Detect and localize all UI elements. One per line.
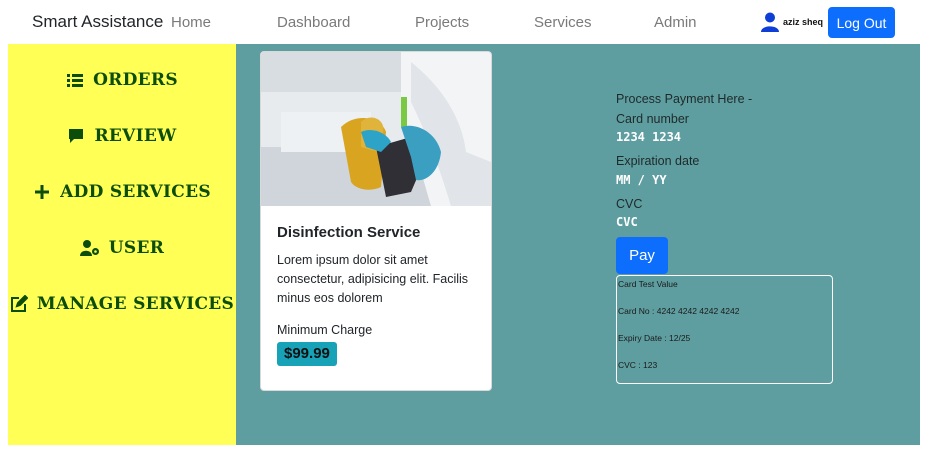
- nav-projects[interactable]: Projects: [415, 14, 469, 31]
- brand-name[interactable]: Smart Assistance: [32, 12, 163, 32]
- comment-icon: [69, 129, 84, 143]
- sidebar-item-manage-services[interactable]: MANAGE SERVICES: [8, 294, 236, 314]
- pay-button[interactable]: Pay: [616, 237, 668, 274]
- card-title: Disinfection Service: [277, 224, 421, 241]
- sidebar-item-label: REVIEW: [94, 126, 177, 146]
- plus-icon: [35, 185, 50, 199]
- sidebar-item-label: USER: [108, 238, 165, 258]
- cleaning-photo: [261, 52, 491, 206]
- logout-button[interactable]: Log Out: [828, 7, 895, 38]
- nav-services[interactable]: Services: [534, 14, 592, 31]
- test-expiry: Expiry Date : 12/25: [618, 333, 691, 343]
- card-test-values: Card Test Value Card No : 4242 4242 4242…: [616, 275, 833, 384]
- cvc-label: CVC: [616, 197, 643, 211]
- test-cvc: CVC : 123: [618, 360, 658, 370]
- expiry-input[interactable]: [616, 172, 816, 188]
- minimum-charge-label: Minimum Charge: [277, 323, 373, 337]
- user-name: aziz sheq: [783, 17, 824, 27]
- sidebar-item-label: MANAGE SERVICES: [36, 294, 235, 314]
- nav-dashboard[interactable]: Dashboard: [277, 14, 350, 31]
- sidebar: ORDERS REVIEW ADD SERVICES USER MANAGE S…: [8, 44, 236, 445]
- service-card: Disinfection Service Lorem ipsum dolor s…: [260, 51, 492, 391]
- nav-home[interactable]: Home: [171, 14, 211, 31]
- card-number-input[interactable]: [616, 129, 816, 145]
- payment-title: Process Payment Here -: [616, 92, 753, 106]
- sidebar-item-add-services[interactable]: ADD SERVICES: [8, 182, 236, 202]
- sidebar-item-orders[interactable]: ORDERS: [8, 70, 236, 90]
- cvc-input[interactable]: [616, 214, 816, 230]
- main-content: Disinfection Service Lorem ipsum dolor s…: [236, 44, 920, 445]
- card-description: Lorem ipsum dolor sit amet consectetur, …: [277, 253, 469, 305]
- top-navbar: Smart Assistance Home Dashboard Projects…: [0, 0, 926, 44]
- user-icon: [761, 12, 779, 32]
- list-icon: [67, 74, 84, 87]
- sidebar-item-label: ORDERS: [93, 70, 178, 90]
- sidebar-item-label: ADD SERVICES: [60, 182, 211, 202]
- user-cog-icon: [79, 240, 99, 256]
- user-info: aziz sheq: [760, 8, 823, 36]
- price-badge: $99.99: [277, 342, 337, 366]
- nav-admin[interactable]: Admin: [654, 14, 697, 31]
- sidebar-item-review[interactable]: REVIEW: [8, 126, 236, 146]
- test-card-number: Card No : 4242 4242 4242 4242: [618, 306, 740, 316]
- test-title: Card Test Value: [618, 279, 678, 289]
- card-number-label: Card number: [616, 112, 689, 126]
- sidebar-item-user[interactable]: USER: [8, 238, 236, 258]
- expiry-label: Expiration date: [616, 154, 700, 168]
- edit-icon: [10, 295, 28, 312]
